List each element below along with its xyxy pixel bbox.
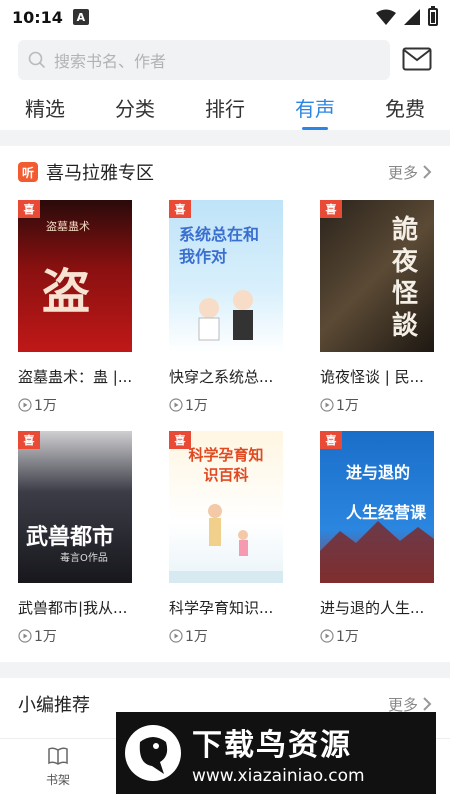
bird-logo-icon xyxy=(125,725,181,781)
ximalaya-tag: 喜 xyxy=(169,200,191,218)
ximalaya-logo-icon: 听 xyxy=(18,162,38,182)
tab-free[interactable]: 免费 xyxy=(360,94,450,130)
mail-icon[interactable] xyxy=(402,47,432,71)
ximalaya-section: 听 喜马拉雅专区 更多 喜 盗墓蛊术 盗 盗墓蛊术：蛊 |... 1万 喜 系统… xyxy=(0,146,450,662)
tab-ranking[interactable]: 排行 xyxy=(180,94,270,130)
cover-subtitle: 毒言O作品 xyxy=(60,553,108,564)
tab-category[interactable]: 分类 xyxy=(90,94,180,130)
nav-bookshelf-label: 书架 xyxy=(45,773,70,787)
play-count: 1万 xyxy=(18,626,132,646)
play-count-value: 1万 xyxy=(185,398,208,414)
cartoon-characters-illustration xyxy=(198,290,253,341)
book-card[interactable]: 喜 科学孕育知识百科 科学孕育知识... 1万 xyxy=(169,431,283,646)
header: 搜索书名、作者 精选 分类 排行 有声 免费 xyxy=(0,34,450,130)
book-title[interactable]: 盗墓蛊术：蛊 |... xyxy=(18,366,132,387)
play-count: 1万 xyxy=(18,395,132,415)
book-title[interactable]: 科学孕育知识... xyxy=(169,597,283,618)
play-count-value: 1万 xyxy=(336,629,359,645)
play-count: 1万 xyxy=(320,395,434,415)
book-title[interactable]: 快穿之系统总... xyxy=(169,366,283,387)
section-header: 听 喜马拉雅专区 更多 xyxy=(18,158,432,186)
cover-title: 进与退的 人生经营课 xyxy=(346,463,427,522)
cover-title: 武兽都市 xyxy=(26,525,115,550)
book-card[interactable]: 喜 进与退的 人生经营课 进与退的人生... 1万 xyxy=(320,431,434,646)
cover-subtitle: 盗墓蛊术 xyxy=(46,220,90,233)
more-label: 更多 xyxy=(387,163,418,182)
tab-audio[interactable]: 有声 xyxy=(270,94,360,130)
ximalaya-tag: 喜 xyxy=(320,431,342,449)
book-grid: 喜 盗墓蛊术 盗 盗墓蛊术：蛊 |... 1万 喜 系统总在和我作对 快穿之系统… xyxy=(18,200,434,646)
section-title: 小编推荐 xyxy=(18,695,90,716)
ximalaya-tag: 喜 xyxy=(169,431,191,449)
cover-title: 科学孕育知识百科 xyxy=(188,446,264,484)
ximalaya-tag: 喜 xyxy=(18,200,40,218)
play-icon xyxy=(320,398,334,412)
book-icon xyxy=(48,747,68,765)
ximalaya-tag: 喜 xyxy=(320,200,342,218)
status-time: 10:14 xyxy=(12,7,63,27)
tab-selected[interactable]: 精选 xyxy=(0,94,90,130)
book-cover[interactable]: 喜 科学孕育知识百科 xyxy=(169,431,283,583)
book-title[interactable]: 进与退的人生... xyxy=(320,597,434,618)
play-count-value: 1万 xyxy=(34,629,57,645)
search-bar[interactable]: 搜索书名、作者 xyxy=(18,40,390,80)
book-card[interactable]: 喜 詭夜怪談 诡夜怪谈 | 民... 1万 xyxy=(320,200,434,415)
book-card[interactable]: 喜 盗墓蛊术 盗 盗墓蛊术：蛊 |... 1万 xyxy=(18,200,132,415)
play-count-value: 1万 xyxy=(336,398,359,414)
book-title[interactable]: 诡夜怪谈 | 民... xyxy=(320,366,434,387)
play-count: 1万 xyxy=(169,395,283,415)
watermark-url: www.xiazainiao.com xyxy=(192,766,365,786)
book-title[interactable]: 武兽都市|我从... xyxy=(18,597,132,618)
book-cover[interactable]: 喜 武兽都市 毒言O作品 xyxy=(18,431,132,583)
status-bar: 10:14 A xyxy=(0,0,450,34)
book-cover[interactable]: 喜 詭夜怪談 xyxy=(320,200,434,352)
book-cover[interactable]: 喜 进与退的 人生经营课 xyxy=(320,431,434,583)
search-input[interactable]: 搜索书名、作者 xyxy=(54,48,166,72)
chevron-right-icon xyxy=(423,697,432,711)
play-icon xyxy=(18,398,32,412)
play-icon xyxy=(169,629,183,643)
watermark-title: 下载鸟资源 xyxy=(192,728,352,763)
chevron-right-icon xyxy=(423,165,432,179)
cover-title: 詭夜怪談 xyxy=(392,215,419,341)
play-icon xyxy=(169,398,183,412)
play-count: 1万 xyxy=(320,626,434,646)
book-cover[interactable]: 喜 系统总在和我作对 xyxy=(169,200,283,352)
cover-title: 系统总在和我作对 xyxy=(179,225,260,266)
ximalaya-tag: 喜 xyxy=(18,431,40,449)
watermark-banner: 下载鸟资源 www.xiazainiao.com xyxy=(116,712,436,794)
book-card[interactable]: 喜 武兽都市 毒言O作品 武兽都市|我从... 1万 xyxy=(18,431,132,646)
book-cover[interactable]: 喜 盗墓蛊术 盗 xyxy=(18,200,132,352)
nav-bookshelf[interactable]: 书架 xyxy=(38,745,78,788)
search-icon xyxy=(28,51,46,69)
notification-badge: A xyxy=(72,9,89,25)
play-count-value: 1万 xyxy=(34,398,57,414)
play-count: 1万 xyxy=(169,626,283,646)
category-tabs: 精选 分类 排行 有声 免费 xyxy=(0,94,450,130)
book-card[interactable]: 喜 系统总在和我作对 快穿之系统总... 1万 xyxy=(169,200,283,415)
cover-title: 盗 xyxy=(42,264,91,320)
section-title: 喜马拉雅专区 xyxy=(46,163,154,184)
signal-icon xyxy=(404,9,420,25)
more-link[interactable]: 更多 xyxy=(388,162,432,183)
play-count-value: 1万 xyxy=(185,629,208,645)
play-icon xyxy=(18,629,32,643)
battery-icon xyxy=(428,6,438,26)
wifi-icon xyxy=(376,9,396,25)
play-icon xyxy=(320,629,334,643)
